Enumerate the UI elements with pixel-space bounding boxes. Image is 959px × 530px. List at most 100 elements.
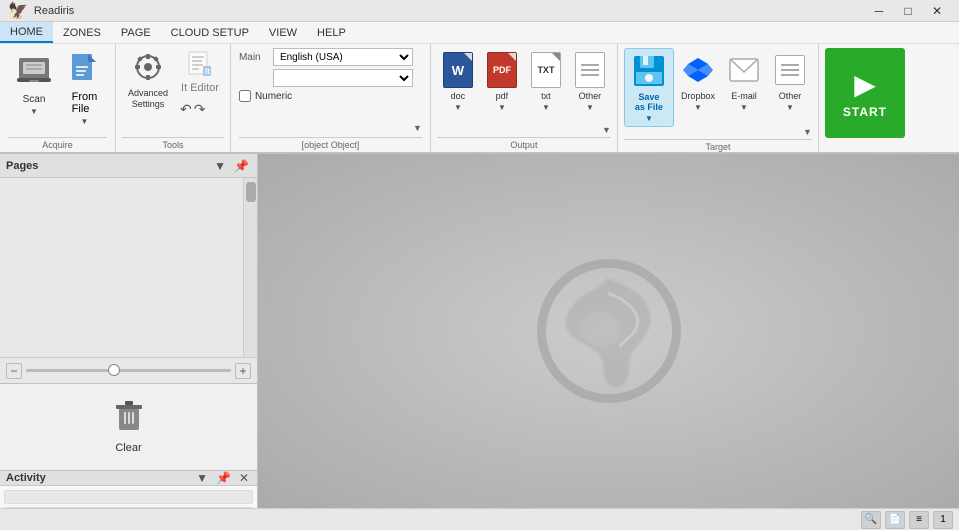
pdf-icon-text: PDF <box>493 65 511 75</box>
scrollbar-thumb <box>246 182 256 202</box>
menu-item-home[interactable]: HOME <box>0 22 53 43</box>
output-pdf-button[interactable]: PDF pdf ▼ <box>481 48 523 115</box>
redo-icon: ↷ <box>194 101 206 118</box>
output-txt-button[interactable]: TXT txt ▼ <box>525 48 567 115</box>
start-label: START <box>843 105 887 119</box>
title-controls: ─ □ ✕ <box>865 1 951 21</box>
txt-icon-text: TXT <box>537 65 554 75</box>
output-other-button[interactable]: Other ▼ <box>569 48 611 115</box>
pages-collapse-button[interactable]: ▼ <box>212 159 228 173</box>
activity-collapse-button[interactable]: ▼ <box>194 471 210 485</box>
target-expand-row: ▼ <box>624 127 812 137</box>
clear-trash-icon <box>115 400 143 439</box>
undo-icon: ↶ <box>180 101 192 118</box>
pdf-dropdown: ▼ <box>498 103 506 112</box>
languages-section: Main English (USA) French German Spanish… <box>231 44 431 152</box>
numeric-checkbox[interactable] <box>239 90 251 102</box>
target-icons: Saveas File ▼ Dropbox ▼ <box>624 48 812 127</box>
txt-icon-area: TXT <box>530 51 562 89</box>
languages-expand-icon[interactable]: ▼ <box>413 123 422 133</box>
clear-section: Clear <box>0 384 257 471</box>
advanced-settings-label: AdvancedSettings <box>128 88 168 110</box>
output-doc-button[interactable]: W doc ▼ <box>437 48 479 115</box>
pages-pin-button[interactable]: 📌 <box>232 159 251 173</box>
target-other-label: Other <box>779 91 802 101</box>
other-line3 <box>581 74 599 76</box>
other-line1 <box>581 64 599 66</box>
menu-item-cloud-setup[interactable]: CLOUD SETUP <box>161 22 259 43</box>
canvas-logo <box>534 256 684 406</box>
activity-title: Activity <box>6 472 46 484</box>
target-other-button[interactable]: Other ▼ <box>768 48 812 115</box>
status-page-icon[interactable]: 📄 <box>885 511 905 529</box>
from-file-icon <box>70 52 100 89</box>
zoom-row: − + <box>0 357 257 383</box>
tools-label: Tools <box>122 137 224 152</box>
main-language-select[interactable]: English (USA) French German Spanish <box>273 48 413 66</box>
save-icon-area <box>630 52 668 90</box>
menu-item-help[interactable]: HELP <box>307 22 356 43</box>
target-section: Saveas File ▼ Dropbox ▼ <box>618 44 819 152</box>
pages-content <box>0 178 257 357</box>
other-line2 <box>581 69 599 71</box>
pages-controls: ▼ 📌 <box>212 159 251 173</box>
languages-label: [object Object] <box>239 137 422 152</box>
advanced-settings-button[interactable]: AdvancedSettings <box>122 48 174 114</box>
zoom-in-button[interactable]: + <box>235 363 251 379</box>
other-out-dropdown: ▼ <box>586 103 594 112</box>
other-target-icon-area <box>773 51 807 89</box>
text-editor-button[interactable]: It It Editor <box>176 48 224 97</box>
pages-title: Pages <box>6 160 38 172</box>
app-icon: 🦅 <box>8 1 28 21</box>
acquire-label: Acquire <box>8 137 107 152</box>
ribbon: Scan ▼ FromFile ▼ Acquire <box>0 44 959 154</box>
tools-content: AdvancedSettings It <box>122 48 224 135</box>
scan-dropdown-icon: ▼ <box>30 107 38 116</box>
menu-item-view[interactable]: VIEW <box>259 22 307 43</box>
activity-content <box>0 486 257 508</box>
activity-controls: ▼ 📌 ✕ <box>194 471 251 485</box>
close-button[interactable]: ✕ <box>923 1 951 21</box>
email-button[interactable]: E-mail ▼ <box>722 48 766 115</box>
status-zoom-icon[interactable]: 🔍 <box>861 511 881 529</box>
maximize-button[interactable]: □ <box>894 1 922 21</box>
zoom-out-button[interactable]: − <box>6 363 22 379</box>
status-number-icon[interactable]: 1 <box>933 511 953 529</box>
output-label: Output <box>437 137 611 152</box>
activity-section: Activity ▼ 📌 ✕ <box>0 471 257 508</box>
start-button[interactable]: ▶ START <box>825 48 905 138</box>
acquire-section: Scan ▼ FromFile ▼ Acquire <box>0 44 116 152</box>
secondary-language-select[interactable] <box>273 69 413 87</box>
email-label: E-mail <box>731 91 757 101</box>
save-dropdown: ▼ <box>645 114 653 123</box>
numeric-label: Numeric <box>255 91 292 102</box>
activity-header: Activity ▼ 📌 ✕ <box>0 471 257 486</box>
output-section: W doc ▼ PDF pdf ▼ <box>431 44 618 152</box>
dropbox-button[interactable]: Dropbox ▼ <box>676 48 720 115</box>
zoom-slider[interactable] <box>26 369 231 372</box>
activity-close-button[interactable]: ✕ <box>237 471 251 485</box>
menu-item-page[interactable]: PAGE <box>111 22 161 43</box>
target-expand-icon[interactable]: ▼ <box>803 127 812 137</box>
redo-button[interactable]: ↶ ↷ <box>176 99 224 120</box>
pages-scrollbar[interactable] <box>243 178 257 357</box>
scan-button[interactable]: Scan ▼ <box>8 48 60 120</box>
tools-right: It It Editor ↶ ↷ <box>176 48 224 120</box>
menu-bar: HOME ZONES PAGE CLOUD SETUP VIEW HELP <box>0 22 959 44</box>
dropbox-icon-area <box>681 51 715 89</box>
tools-section: AdvancedSettings It <box>116 44 231 152</box>
activity-pin-button[interactable]: 📌 <box>214 471 233 485</box>
minimize-button[interactable]: ─ <box>865 1 893 21</box>
doc-dropdown: ▼ <box>454 103 462 112</box>
output-expand-icon[interactable]: ▼ <box>602 125 611 135</box>
txt-label: txt <box>541 91 551 101</box>
scan-label: Scan <box>23 94 46 105</box>
clear-button[interactable]: Clear <box>105 394 153 460</box>
dropbox-dropdown: ▼ <box>694 103 702 112</box>
menu-item-zones[interactable]: ZONES <box>53 22 111 43</box>
doc-label: doc <box>451 91 466 101</box>
from-file-label: FromFile <box>72 91 98 115</box>
save-as-file-button[interactable]: Saveas File ▼ <box>624 48 674 127</box>
status-list-icon[interactable]: ≡ <box>909 511 929 529</box>
from-file-button[interactable]: FromFile ▼ <box>62 48 107 130</box>
